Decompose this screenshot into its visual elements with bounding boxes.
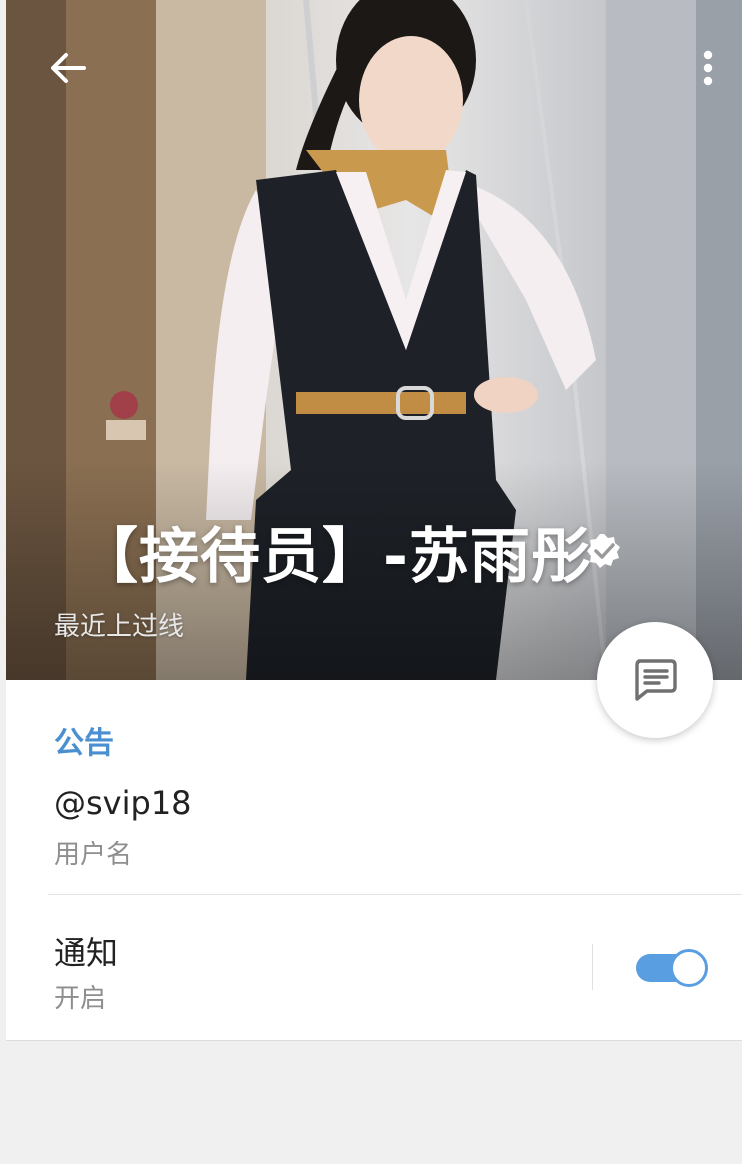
notifications-toggle[interactable] (636, 949, 708, 987)
last-seen-status: 最近上过线 (54, 612, 185, 642)
section-title: 公告 (54, 726, 114, 761)
card-bottom-border (6, 1040, 742, 1041)
info-card: 公告 @svip18 用户名 通知 开启 (6, 680, 742, 1040)
back-button[interactable] (44, 46, 92, 90)
verified-badge-icon (587, 534, 620, 568)
divider (48, 894, 742, 895)
profile-header-photo[interactable]: 【接待员】-苏雨彤 最近上过线 (6, 0, 742, 680)
vertical-separator (592, 944, 593, 990)
more-options-button[interactable] (686, 44, 730, 92)
username-label: 用户名 (54, 840, 133, 870)
profile-screen: 【接待员】-苏雨彤 最近上过线 公告 @svip18 用户名 通知 开启 (0, 0, 742, 1164)
arrow-left-icon (51, 53, 86, 83)
send-message-button[interactable] (597, 622, 713, 738)
notifications-title[interactable]: 通知 (54, 928, 118, 974)
more-vertical-icon (703, 50, 713, 86)
message-icon (635, 659, 677, 701)
toggle-knob (670, 949, 708, 987)
notifications-status: 开启 (54, 984, 107, 1014)
username-value[interactable]: @svip18 (54, 784, 192, 822)
profile-name: 【接待员】-苏雨彤 (78, 522, 592, 592)
